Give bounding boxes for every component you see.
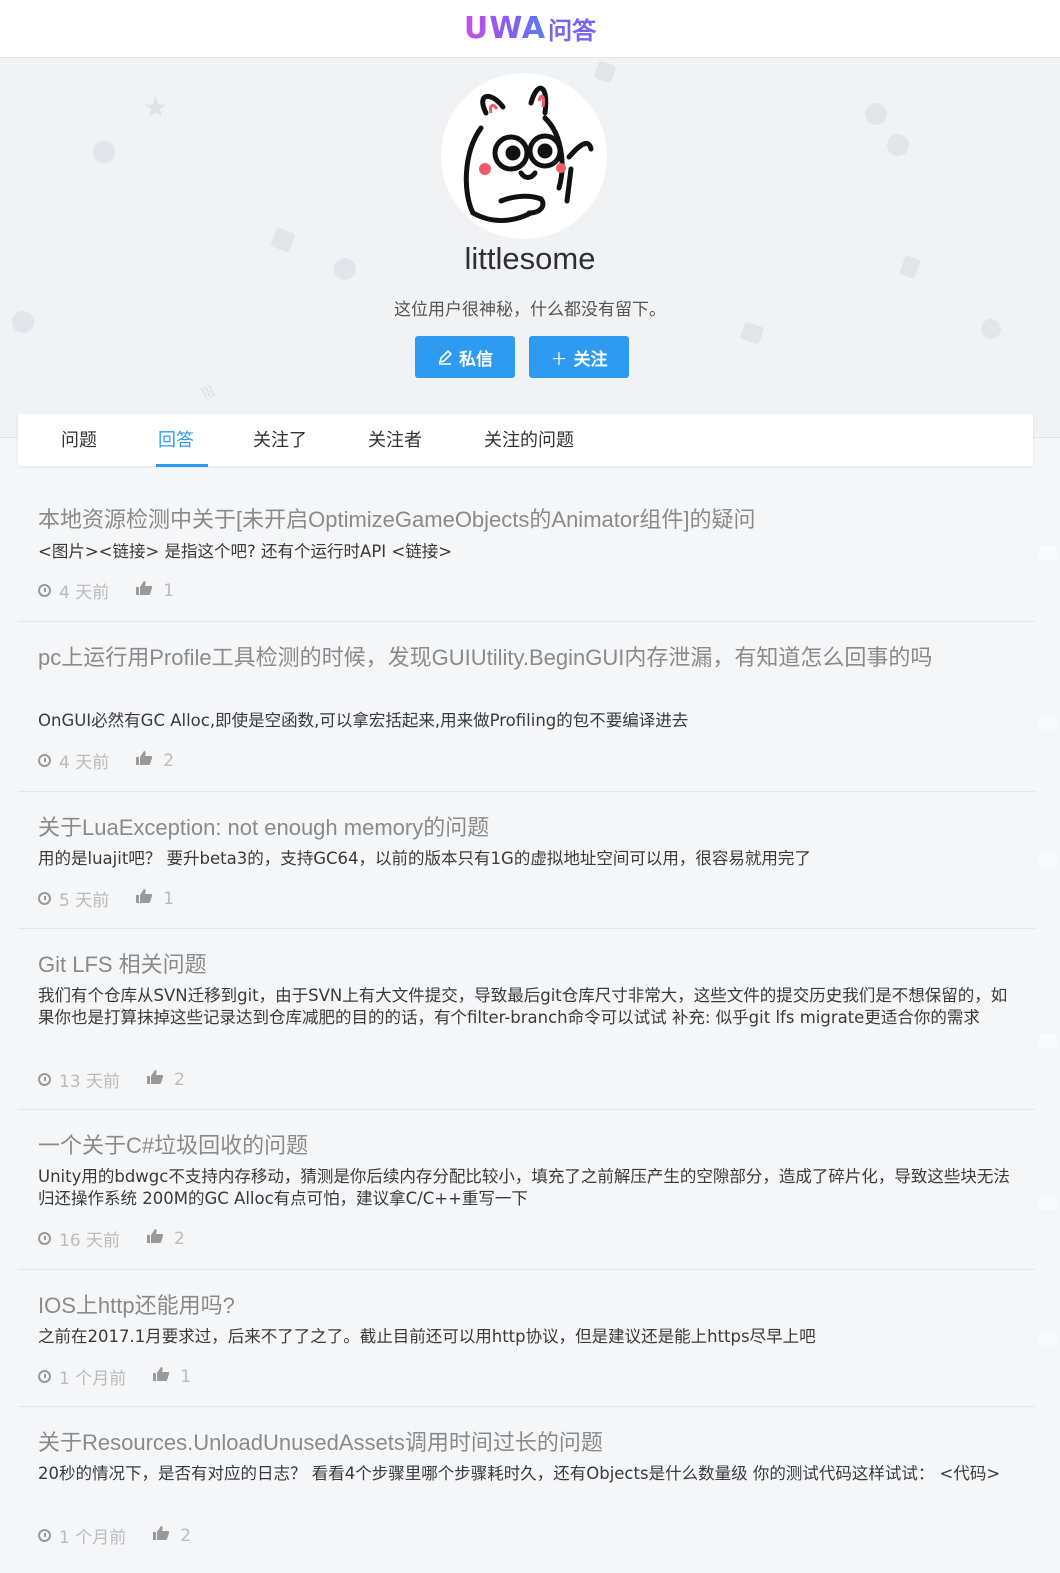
like-count: 1: [180, 1366, 192, 1387]
like-count: 2: [174, 1228, 185, 1249]
list-scroll-marker: [1039, 546, 1057, 560]
answer-excerpt[interactable]: OnGUI必然有GC Alloc,即使是空函数,可以拿宏括起来,用来做Profi…: [38, 710, 1023, 732]
thumbs-up-icon[interactable]: [146, 1228, 164, 1249]
clock-icon: [38, 1370, 51, 1383]
decor-circle-icon: [981, 319, 1001, 339]
list-item: 本地资源检测中关于[未开启OptimizeGameObjects的Animato…: [18, 466, 1057, 622]
like-count: 2: [163, 750, 175, 771]
thumbs-up-icon[interactable]: [135, 888, 153, 909]
profile-header: ★ ≋ littlesome 这位用户很神秘，什么都没有留下。 私信 ＋ 关注: [0, 58, 1060, 438]
answer-meta: 4 天前 1: [38, 578, 174, 603]
clock-icon: [38, 1232, 51, 1245]
answer-excerpt[interactable]: 我们有个仓库从SVN迁移到git，由于SVN上有大文件提交，导致最后git仓库尺…: [38, 985, 1023, 1029]
list-item: pc上运行用Profile工具检测的时候，发现GUIUtility.BeginG…: [18, 621, 1057, 792]
answer-excerpt[interactable]: <图片><链接> 是指这个吧? 还有个运行时API <链接>: [38, 541, 1023, 563]
plus-icon: ＋: [550, 349, 568, 370]
tab-following[interactable]: 关注了: [253, 414, 307, 466]
pen-icon: [438, 349, 453, 365]
follow-button[interactable]: ＋ 关注: [529, 336, 629, 378]
decor-circle-icon: [887, 134, 909, 156]
tab-followed-questions[interactable]: 关注的问题: [484, 414, 574, 466]
tab-questions[interactable]: 问题: [61, 414, 97, 466]
like-count: 1: [163, 580, 175, 601]
decor-circle-icon: [93, 141, 115, 163]
list-item: Git LFS 相关问题 我们有个仓库从SVN迁移到git，由于SVN上有大文件…: [18, 928, 1057, 1110]
list-scroll-marker: [1039, 1034, 1057, 1048]
answer-excerpt[interactable]: 之前在2017.1月要求过，后来不了了之了。截止目前还可以用http协议，但是建…: [38, 1326, 1023, 1348]
answer-question-title[interactable]: 本地资源检测中关于[未开启OptimizeGameObjects的Animato…: [38, 503, 1028, 536]
follow-label: 关注: [573, 349, 608, 370]
logo-mark: UWA: [463, 11, 547, 46]
answer-question-title[interactable]: IOS上http还能用吗?: [38, 1289, 1028, 1322]
clock-icon: [38, 1529, 51, 1542]
list-scroll-marker: [1039, 715, 1057, 729]
answer-time: 1 个月前: [59, 1528, 127, 1548]
list-scroll-marker: [1039, 1196, 1057, 1210]
list-item: 一个关于C#垃圾回收的问题 Unity用的bdwgc不支持内存移动，猜测是你后续…: [18, 1109, 1057, 1270]
answer-excerpt[interactable]: 20秒的情况下，是否有对应的日志？ 看看4个步骤里哪个步骤耗时久，还有Objec…: [38, 1463, 1023, 1485]
tab-followers[interactable]: 关注者: [368, 414, 422, 466]
answer-excerpt[interactable]: 用的是luajit吧？ 要升beta3的，支持GC64，以前的版本只有1G的虚拟…: [38, 848, 1023, 870]
clock-icon: [38, 584, 51, 597]
answer-meta: 1 个月前 1: [38, 1364, 191, 1389]
private-message-button[interactable]: 私信: [415, 336, 515, 378]
rabbit-avatar-icon: [463, 85, 594, 223]
list-item: 关于Resources.UnloadUnusedAssets调用时间过长的问题 …: [18, 1406, 1035, 1566]
answer-meta: 13 天前 2: [38, 1067, 185, 1092]
decor-square-icon: [739, 321, 765, 345]
answer-time: 13 天前: [59, 1072, 121, 1092]
answer-meta: 16 天前 2: [38, 1226, 185, 1251]
avatar[interactable]: [441, 73, 607, 239]
list-item: 关于LuaException: not enough memory的问题 用的是…: [18, 791, 1057, 929]
list-scroll-marker: [1039, 853, 1057, 867]
clock-icon: [38, 1073, 51, 1086]
profile-tabs: 问题 回答 关注了 关注者 关注的问题: [18, 414, 1033, 467]
like-count: 2: [174, 1069, 185, 1090]
answer-question-title[interactable]: 一个关于C#垃圾回收的问题: [38, 1129, 1028, 1162]
decor-star-icon: ★: [143, 91, 169, 124]
site-logo[interactable]: UWA 问答: [464, 11, 596, 46]
thumbs-up-icon[interactable]: [135, 580, 153, 601]
logo-sub: 问答: [548, 17, 597, 45]
decor-zigzag-icon: ≋: [193, 378, 223, 406]
username: littlesome: [464, 241, 596, 276]
thumbs-up-icon[interactable]: [152, 1366, 170, 1387]
private-message-label: 私信: [459, 349, 493, 370]
list-item: IOS上http还能用吗? 之前在2017.1月要求过，后来不了了之了。截止目前…: [18, 1269, 1057, 1407]
decor-circle-icon: [865, 103, 887, 125]
answer-meta: 5 天前 1: [38, 886, 174, 911]
answer-time: 16 天前: [59, 1231, 121, 1251]
answer-meta: 4 天前 2: [38, 748, 174, 773]
thumbs-up-icon[interactable]: [135, 750, 153, 771]
answer-meta: 1 个月前 2: [38, 1523, 191, 1548]
answer-time: 4 天前: [59, 583, 110, 603]
clock-icon: [38, 754, 51, 767]
thumbs-up-icon[interactable]: [146, 1069, 164, 1090]
clock-icon: [38, 892, 51, 905]
list-scroll-marker: [1039, 1331, 1057, 1345]
answer-question-title[interactable]: pc上运行用Profile工具检测的时候，发现GUIUtility.BeginG…: [38, 641, 1028, 674]
answer-time: 4 天前: [59, 753, 110, 773]
tab-answers[interactable]: 回答: [156, 414, 208, 467]
answer-time: 5 天前: [59, 891, 110, 911]
answer-time: 1 个月前: [59, 1369, 127, 1389]
answer-question-title[interactable]: 关于LuaException: not enough memory的问题: [38, 811, 1028, 844]
top-bar: UWA 问答: [0, 0, 1060, 58]
user-bio: 这位用户很神秘，什么都没有留下。: [394, 300, 666, 320]
decor-square-icon: [593, 60, 617, 84]
answer-excerpt[interactable]: Unity用的bdwgc不支持内存移动，猜测是你后续内存分配比较小，填充了之前解…: [38, 1166, 1023, 1210]
answer-question-title[interactable]: Git LFS 相关问题: [38, 948, 1028, 981]
like-count: 1: [163, 888, 175, 909]
answer-question-title[interactable]: 关于Resources.UnloadUnusedAssets调用时间过长的问题: [38, 1426, 1028, 1459]
thumbs-up-icon[interactable]: [152, 1525, 170, 1546]
like-count: 2: [180, 1525, 192, 1546]
